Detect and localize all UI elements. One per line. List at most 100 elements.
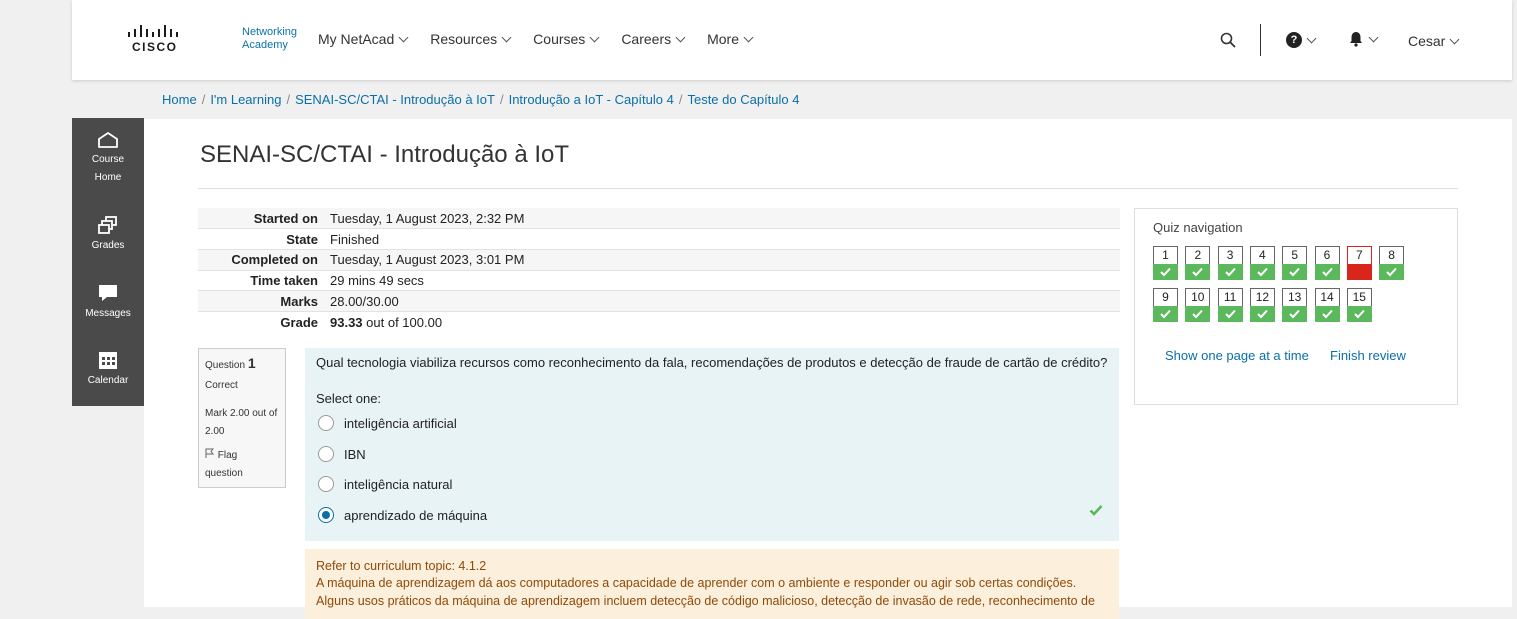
feedback-text: Alguns usos práticos da máquina de apren… xyxy=(316,594,1095,608)
quiz-nav-question-12[interactable]: 12 xyxy=(1249,288,1275,322)
user-menu[interactable]: Cesar xyxy=(1408,33,1460,49)
quiz-nav-number: 11 xyxy=(1217,288,1243,307)
quiz-nav-question-4[interactable]: 4 xyxy=(1249,246,1275,280)
correct-state xyxy=(1217,306,1243,322)
quiz-nav-question-6[interactable]: 6 xyxy=(1314,246,1340,280)
quiz-nav-number: 9 xyxy=(1153,288,1178,307)
finish-review-link[interactable]: Finish review xyxy=(1330,348,1406,363)
attempt-summary-table: Started on Tuesday, 1 August 2023, 2:32 P… xyxy=(198,208,1120,333)
radio-button[interactable] xyxy=(318,476,334,492)
breadcrumb-course[interactable]: SENAI-SC/CTAI - Introdução à IoT xyxy=(295,92,495,107)
quiz-nav-number: 4 xyxy=(1249,246,1275,265)
check-icon xyxy=(1160,267,1171,277)
page-title: SENAI-SC/CTAI - Introdução à IoT xyxy=(200,141,570,168)
answer-option[interactable]: inteligência artificial xyxy=(318,415,457,431)
check-icon xyxy=(1160,309,1171,319)
help-menu[interactable]: ? xyxy=(1286,32,1317,48)
check-icon xyxy=(1289,267,1300,277)
quiz-nav-question-5[interactable]: 5 xyxy=(1282,246,1308,280)
sidebar-item-grades[interactable]: Grades xyxy=(72,215,144,255)
nav-resources[interactable]: Resources xyxy=(430,31,512,47)
summary-row-state: State Finished xyxy=(198,228,1120,250)
nav-my-netacad[interactable]: My NetAcad xyxy=(318,31,409,47)
main-nav: My NetAcad Resources Courses Careers Mor… xyxy=(318,31,775,47)
check-icon xyxy=(1321,309,1333,319)
calendar-icon xyxy=(99,352,117,369)
messages-icon xyxy=(99,285,117,301)
chevron-down-icon xyxy=(675,32,686,42)
quiz-nav-question-3[interactable]: 3 xyxy=(1217,246,1243,280)
quiz-nav-number: 5 xyxy=(1282,246,1308,265)
answer-option[interactable]: inteligência natural xyxy=(318,476,452,492)
feedback-topic: Refer to curriculum topic: 4.1.2 xyxy=(316,559,487,573)
check-icon xyxy=(1386,267,1397,277)
title-divider xyxy=(198,188,1458,189)
quiz-navigation-title: Quiz navigation xyxy=(1153,220,1243,235)
check-icon xyxy=(1321,267,1333,277)
radio-button-checked[interactable] xyxy=(318,507,334,523)
flag-question[interactable]: Flag question xyxy=(205,447,243,483)
cisco-wordmark: CISCO xyxy=(132,40,178,54)
nav-courses[interactable]: Courses xyxy=(533,31,600,47)
sidebar-item-calendar[interactable]: Calendar xyxy=(72,350,144,390)
correct-state xyxy=(1217,264,1243,280)
question-mark: Mark 2.00 out of 2.00 xyxy=(205,408,278,437)
breadcrumb-chapter[interactable]: Introdução a IoT - Capítulo 4 xyxy=(509,92,674,107)
check-icon xyxy=(1192,309,1204,319)
chevron-down-icon xyxy=(501,32,512,42)
sidebar-item-messages[interactable]: Messages xyxy=(72,283,144,323)
quiz-nav-question-1[interactable]: 1 xyxy=(1153,246,1178,280)
correct-check-icon xyxy=(1089,505,1103,516)
check-icon xyxy=(1289,309,1300,319)
quiz-nav-question-7[interactable]: 7 xyxy=(1346,246,1372,280)
academy-label: Networking Academy xyxy=(242,26,298,51)
cisco-logo[interactable]: CISCO Networking Academy xyxy=(126,24,297,56)
quiz-nav-question-11[interactable]: 11 xyxy=(1217,288,1243,322)
question-content: Qual tecnologia viabiliza recursos como … xyxy=(305,348,1119,541)
quiz-navigation-panel: Quiz navigation 1 2 3 4 5 6 7 8 9 10 11 12 13 14 15 Sh… xyxy=(1134,208,1458,405)
chevron-down-icon xyxy=(398,32,409,42)
chevron-down-icon xyxy=(743,32,754,42)
quiz-nav-question-9[interactable]: 9 xyxy=(1153,288,1178,322)
correct-state xyxy=(1185,306,1211,322)
nav-careers[interactable]: Careers xyxy=(621,31,686,47)
correct-state xyxy=(1314,306,1340,322)
quiz-nav-number: 13 xyxy=(1282,288,1308,307)
quiz-nav-question-15[interactable]: 15 xyxy=(1346,288,1372,322)
show-one-page-link[interactable]: Show one page at a time xyxy=(1165,348,1309,363)
correct-state xyxy=(1379,264,1405,280)
flag-icon xyxy=(205,448,215,458)
quiz-nav-question-13[interactable]: 13 xyxy=(1282,288,1308,322)
quiz-nav-question-14[interactable]: 14 xyxy=(1314,288,1340,322)
answer-option[interactable]: IBN xyxy=(318,446,366,462)
breadcrumb-home[interactable]: Home xyxy=(162,92,197,107)
quiz-nav-question-10[interactable]: 10 xyxy=(1185,288,1211,322)
radio-button[interactable] xyxy=(318,415,334,431)
incorrect-state xyxy=(1346,264,1372,280)
radio-button[interactable] xyxy=(318,446,334,462)
help-icon: ? xyxy=(1286,32,1302,48)
select-one-label: Select one: xyxy=(316,391,382,406)
cisco-bridge-icon xyxy=(128,25,178,37)
quiz-nav-question-8[interactable]: 8 xyxy=(1379,246,1405,280)
summary-row-grade: Grade 93.33 out of 100.00 xyxy=(198,310,1120,333)
correct-state xyxy=(1153,264,1178,280)
quiz-nav-number: 15 xyxy=(1346,288,1372,307)
quiz-nav-number: 1 xyxy=(1153,246,1178,265)
notifications-menu[interactable] xyxy=(1348,31,1379,47)
correct-state xyxy=(1153,306,1178,322)
nav-more[interactable]: More xyxy=(707,31,754,47)
search-icon[interactable] xyxy=(1220,32,1236,48)
breadcrumb-quiz[interactable]: Teste do Capítulo 4 xyxy=(687,92,799,107)
summary-row-marks: Marks 28.00/30.00 xyxy=(198,290,1120,312)
breadcrumb-im-learning[interactable]: I'm Learning xyxy=(210,92,281,107)
home-icon xyxy=(98,132,118,148)
chevron-down-icon xyxy=(1449,34,1460,44)
sidebar-item-course-home[interactable]: Course Home xyxy=(72,131,144,187)
quiz-nav-question-2[interactable]: 2 xyxy=(1185,246,1211,280)
grades-icon xyxy=(98,216,117,234)
answer-option-selected[interactable]: aprendizado de máquina xyxy=(318,507,487,523)
quiz-nav-number: 3 xyxy=(1217,246,1243,265)
correct-state xyxy=(1249,264,1275,280)
check-icon xyxy=(1257,309,1268,319)
